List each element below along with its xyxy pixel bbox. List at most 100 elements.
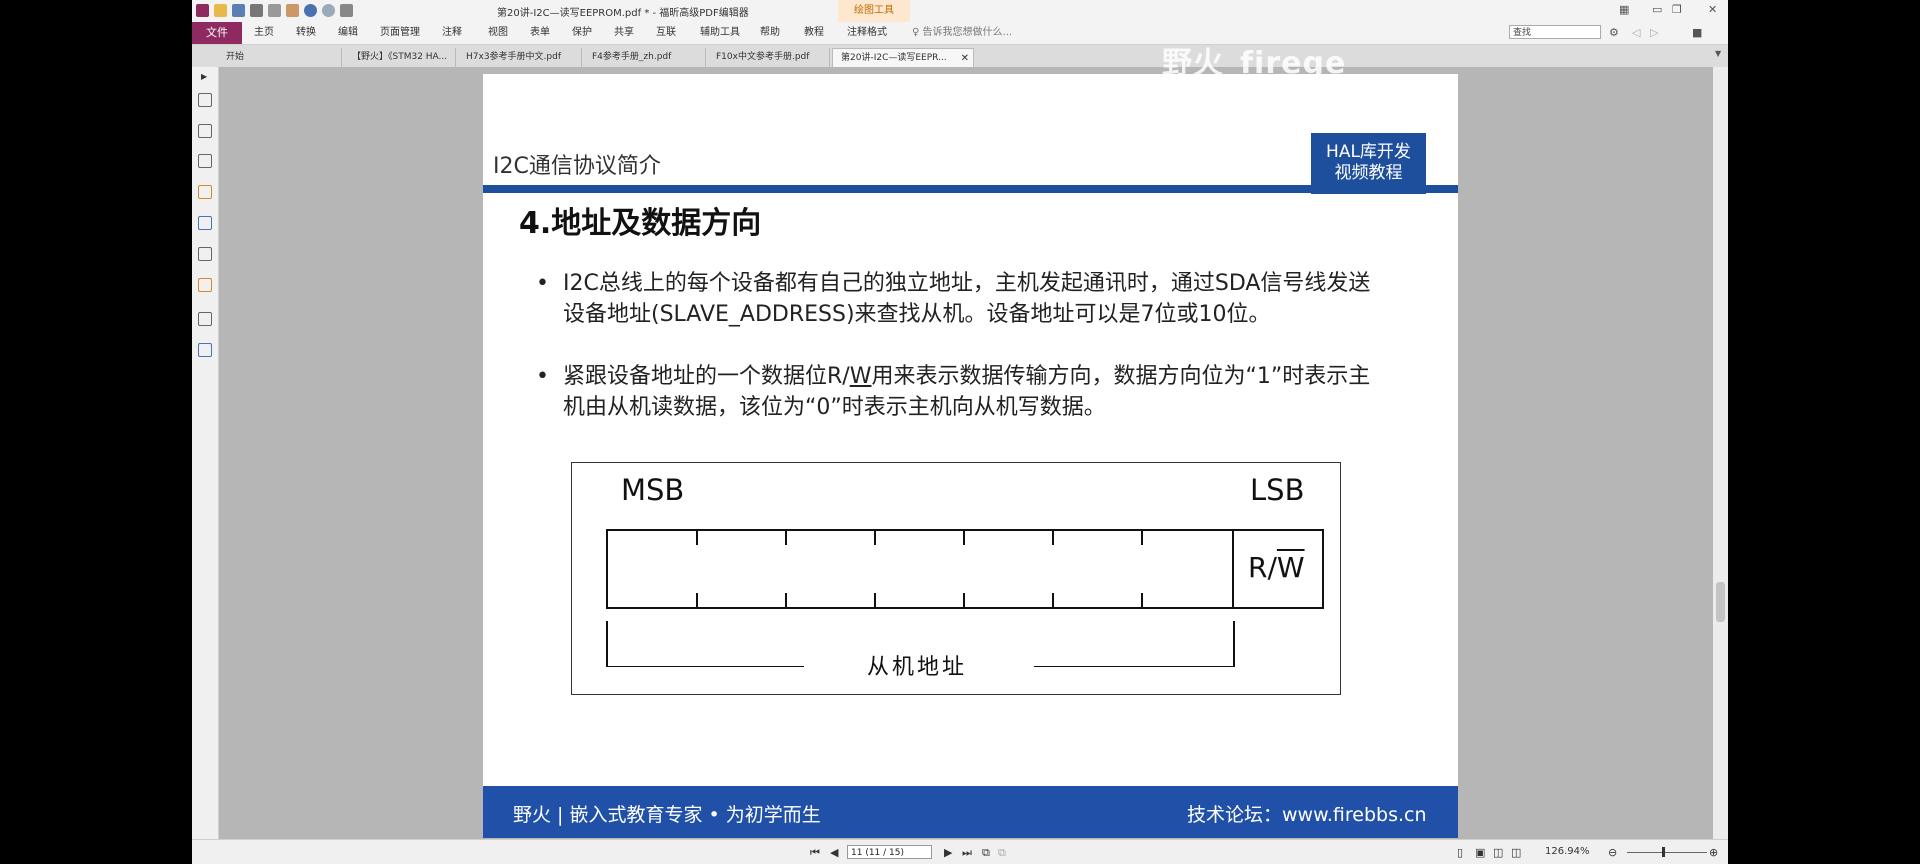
tab-label: 开始 bbox=[226, 52, 245, 62]
menu-help[interactable]: 帮助 bbox=[760, 22, 780, 44]
menu-edit[interactable]: 编辑 bbox=[338, 22, 358, 44]
slide-footer: 野火 | 嵌入式教育专家 • 为初学而生 技术论坛：www.firebbs.cn bbox=[483, 786, 1458, 838]
continuous-view-icon[interactable]: ▣ bbox=[1475, 846, 1485, 859]
menu-convert[interactable]: 转换 bbox=[296, 22, 316, 44]
save-view-icon[interactable]: ⧉ bbox=[982, 846, 990, 860]
zoom-in-icon[interactable]: ⊕ bbox=[1709, 846, 1718, 859]
tools-icon[interactable] bbox=[198, 343, 212, 357]
bullet-direction-w: W bbox=[849, 364, 872, 389]
view-mode-icon[interactable]: ⧉ bbox=[998, 846, 1006, 860]
comments-icon[interactable] bbox=[198, 185, 212, 199]
undo-icon[interactable] bbox=[304, 4, 317, 17]
menu-view[interactable]: 视图 bbox=[488, 22, 508, 44]
redo-icon[interactable] bbox=[322, 4, 335, 17]
navigation-panel: ▶ bbox=[192, 67, 219, 839]
single-page-view-icon[interactable]: ▯ bbox=[1457, 846, 1463, 859]
tab-label: H7x3参考手册中文.pdf bbox=[466, 52, 562, 62]
settings-icon[interactable]: ⚙ bbox=[1609, 26, 1619, 39]
last-page-icon[interactable]: ⏭ bbox=[962, 846, 972, 860]
close-tab-icon[interactable]: ✕ bbox=[961, 49, 969, 68]
bullet-direction: • 紧跟设备地址的一个数据位R/W用来表示数据传输方向，数据方向位为“1”时表示… bbox=[536, 361, 1383, 423]
attachment-icon[interactable] bbox=[198, 216, 212, 230]
zoom-level[interactable]: 126.94% bbox=[1545, 846, 1590, 857]
bracket-left bbox=[606, 621, 608, 667]
layers-icon[interactable] bbox=[198, 154, 212, 168]
close-icon[interactable]: ✕ bbox=[1708, 3, 1717, 16]
menu-comment-format[interactable]: 注释格式 bbox=[847, 22, 887, 44]
bit-tick bbox=[785, 593, 787, 607]
tab-f4-manual[interactable]: F4参考手册_zh.pdf bbox=[584, 48, 706, 67]
window-title: 第20讲-I2C—读写EEPROM.pdf * - 福昕高级PDF编辑器 bbox=[497, 8, 749, 19]
restore-icon[interactable]: ❐ bbox=[1672, 3, 1682, 16]
status-bar: ⏮ ◀ 11 (11 / 15) ▶ ⏭ ⧉ ⧉ ▯ ▣ ◫ ◫ 126.94%… bbox=[192, 839, 1728, 864]
layout-icon[interactable]: ▦ bbox=[1619, 3, 1629, 16]
scan-icon[interactable] bbox=[268, 4, 281, 17]
tab-h7x3-manual[interactable]: H7x3参考手册中文.pdf bbox=[458, 48, 582, 67]
zoom-out-icon[interactable]: ⊖ bbox=[1608, 846, 1617, 859]
bit-tick bbox=[874, 531, 876, 545]
previous-page-icon[interactable]: ◀ bbox=[830, 846, 838, 859]
scrollbar-thumb[interactable] bbox=[1716, 582, 1725, 622]
bit-tick bbox=[874, 593, 876, 607]
zoom-slider[interactable] bbox=[1627, 852, 1707, 853]
title-bar: 第20讲-I2C—读写EEPROM.pdf * - 福昕高级PDF编辑器 绘图工… bbox=[192, 0, 1728, 22]
menu-page-manage[interactable]: 页面管理 bbox=[380, 22, 420, 44]
split-view-icon[interactable]: ◫ bbox=[1511, 846, 1521, 859]
search-input[interactable]: 查找 bbox=[1509, 25, 1601, 39]
vertical-scrollbar[interactable] bbox=[1713, 67, 1728, 839]
hand-tool-icon[interactable] bbox=[340, 4, 353, 17]
bit-tick bbox=[696, 593, 698, 607]
open-icon[interactable] bbox=[214, 4, 227, 17]
menu-comment[interactable]: 注释 bbox=[442, 22, 462, 44]
slide-heading: 4.地址及数据方向 bbox=[519, 206, 762, 241]
bit-tick bbox=[1141, 531, 1143, 545]
tab-list-arrow-icon[interactable]: ▼ bbox=[1715, 49, 1721, 58]
menu-protect[interactable]: 保护 bbox=[572, 22, 592, 44]
menu-tutorial[interactable]: 教程 bbox=[804, 22, 824, 44]
menu-connect[interactable]: 互联 bbox=[656, 22, 676, 44]
clipboard-icon[interactable] bbox=[286, 4, 299, 17]
expand-panel-icon[interactable]: ▶ bbox=[201, 72, 207, 81]
next-page-icon[interactable]: ▶ bbox=[944, 846, 952, 859]
slave-address-label: 从机地址 bbox=[867, 655, 968, 680]
facing-view-icon[interactable]: ◫ bbox=[1493, 846, 1503, 859]
badge-line-1: HAL库开发 bbox=[1326, 142, 1411, 162]
tab-stm32-hal[interactable]: 【野火】《STM32 HA... bbox=[344, 48, 456, 67]
tab-start[interactable]: 开始 bbox=[218, 48, 342, 67]
document-tab-bar: 开始 【野火】《STM32 HA... H7x3参考手册中文.pdf F4参考手… bbox=[192, 45, 1728, 67]
menu-share[interactable]: 共享 bbox=[614, 22, 634, 44]
security-lock-icon[interactable] bbox=[198, 278, 212, 292]
msb-label: MSB bbox=[621, 473, 685, 507]
tab-label: F4参考手册_zh.pdf bbox=[592, 52, 672, 62]
rw-r: R/ bbox=[1248, 551, 1277, 584]
user-icon[interactable]: ■ bbox=[1692, 26, 1702, 39]
tab-f10x-manual[interactable]: F10x中文参考手册.pdf bbox=[708, 48, 830, 67]
forward-icon[interactable]: ▷ bbox=[1650, 26, 1658, 39]
minimize-icon[interactable]: ▭ bbox=[1652, 3, 1662, 16]
lightbulb-icon: ♀ bbox=[912, 27, 920, 38]
first-page-icon[interactable]: ⏮ bbox=[810, 846, 820, 860]
ribbon-tab-bar: 文件 主页 转换 编辑 页面管理 注释 视图 表单 保护 共享 互联 辅助工具 … bbox=[192, 22, 1728, 45]
signature-icon[interactable] bbox=[198, 247, 212, 261]
tab-label: F10x中文参考手册.pdf bbox=[716, 52, 810, 62]
bit-tick bbox=[963, 531, 965, 545]
zoom-slider-thumb[interactable] bbox=[1662, 847, 1665, 857]
bullet-marker: • bbox=[536, 364, 549, 389]
page-number-field[interactable]: 11 (11 / 15) bbox=[847, 845, 932, 859]
form-fields-icon[interactable] bbox=[198, 312, 212, 326]
menu-file[interactable]: 文件 bbox=[192, 22, 242, 44]
bullet-direction-text-a: 紧跟设备地址的一个数据位R/ bbox=[563, 364, 850, 389]
menu-home[interactable]: 主页 bbox=[254, 22, 274, 44]
bracket-bottom-left bbox=[606, 666, 804, 667]
tab-label: 【野火】《STM32 HA... bbox=[352, 52, 448, 62]
tell-me-box[interactable]: ♀ 告诉我您想做什么... bbox=[912, 22, 1012, 44]
back-icon[interactable]: ◁ bbox=[1632, 26, 1640, 39]
menu-form[interactable]: 表单 bbox=[530, 22, 550, 44]
save-icon[interactable] bbox=[232, 4, 245, 17]
print-icon[interactable] bbox=[250, 4, 263, 17]
menu-accessibility[interactable]: 辅助工具 bbox=[700, 22, 740, 44]
drawing-tools-context-tab[interactable]: 绘图工具 bbox=[838, 0, 910, 22]
page-thumbnail-icon[interactable] bbox=[198, 93, 212, 107]
pages-icon[interactable] bbox=[198, 124, 212, 138]
tab-i2c-eeprom[interactable]: 第20讲-I2C—读写EEPR... ✕ bbox=[832, 48, 974, 67]
